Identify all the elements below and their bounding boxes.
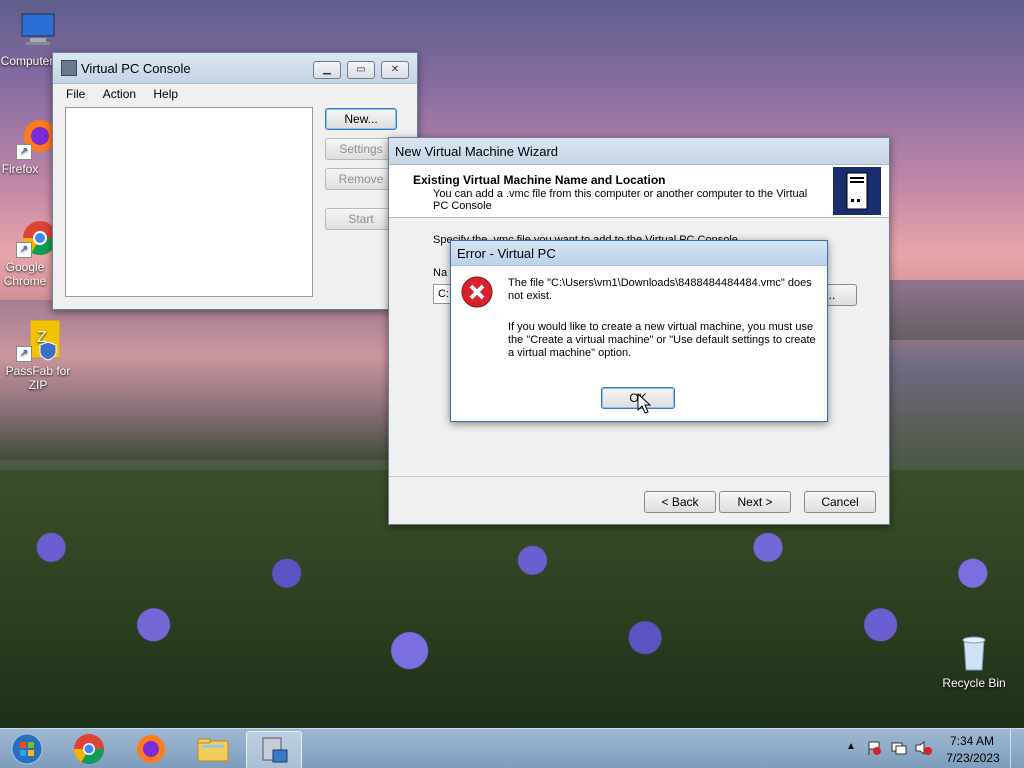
- desktop-icon-label: Firefox: [1, 162, 39, 176]
- remove-button[interactable]: Remove: [325, 168, 397, 190]
- taskbar-file-explorer[interactable]: [186, 731, 240, 767]
- computer-icon: [16, 8, 60, 52]
- start-button[interactable]: [2, 731, 56, 767]
- mouse-cursor: [636, 392, 652, 419]
- clock-date[interactable]: 7/23/2023: [944, 751, 1002, 765]
- virtual-pc-app-icon: [61, 60, 77, 76]
- action-center-flag-icon[interactable]: [866, 740, 882, 759]
- volume-muted-icon[interactable]: [914, 740, 932, 759]
- taskbar: ▲ 7:34 AM 7/23/2023: [0, 728, 1024, 768]
- cancel-button[interactable]: Cancel: [804, 491, 876, 513]
- start-button[interactable]: Start: [325, 208, 397, 230]
- taskbar-chrome[interactable]: [62, 731, 116, 767]
- shortcut-arrow-icon: ↗: [16, 144, 32, 160]
- desktop-icon-label: PassFab for ZIP: [5, 364, 71, 392]
- shortcut-arrow-icon: ↗: [16, 346, 32, 362]
- dialog-title: Error - Virtual PC: [457, 246, 556, 261]
- menu-file[interactable]: File: [59, 84, 92, 104]
- taskbar-virtual-pc[interactable]: [246, 731, 302, 768]
- desktop-icon-label: Recycle Bin: [942, 676, 1006, 690]
- new-button[interactable]: New...: [325, 108, 397, 130]
- virtual-machine-list[interactable]: [65, 107, 313, 297]
- server-icon: [833, 167, 881, 215]
- window-title: New Virtual Machine Wizard: [395, 144, 559, 159]
- wizard-heading: Existing Virtual Machine Name and Locati…: [413, 173, 666, 187]
- menu-help[interactable]: Help: [146, 84, 185, 104]
- clock-time[interactable]: 7:34 AM: [946, 734, 998, 748]
- window-title: Virtual PC Console: [81, 61, 191, 76]
- desktop-icon-recycle-bin[interactable]: Recycle Bin: [936, 630, 1012, 690]
- title-bar[interactable]: Virtual PC Console ▁ ▭ ✕: [53, 53, 417, 84]
- network-icon[interactable]: [890, 740, 908, 759]
- error-hint: If you would like to create a new virtua…: [508, 321, 816, 359]
- shortcut-arrow-icon: ↗: [16, 242, 32, 258]
- firefox-icon: [137, 735, 165, 763]
- title-bar[interactable]: Error - Virtual PC: [451, 241, 827, 266]
- start-orb-icon: [11, 733, 43, 765]
- taskbar-firefox[interactable]: [124, 731, 178, 767]
- next-button[interactable]: Next >: [719, 491, 791, 513]
- menu-bar: File Action Help: [53, 84, 417, 104]
- recycle-bin-icon: [952, 630, 996, 674]
- close-button[interactable]: ✕: [381, 61, 409, 79]
- maximize-button[interactable]: ▭: [347, 61, 375, 79]
- name-label: Na: [433, 267, 448, 279]
- error-icon: [461, 276, 493, 311]
- wizard-header: Existing Virtual Machine Name and Locati…: [389, 165, 889, 218]
- menu-action[interactable]: Action: [96, 84, 143, 104]
- file-explorer-icon: [197, 738, 229, 762]
- virtual-pc-icon: [262, 737, 288, 763]
- desktop-icon-label: Google Chrome: [3, 260, 47, 288]
- button-separator: [389, 476, 889, 477]
- passfab-zip-icon: Z ↗: [16, 318, 61, 362]
- show-hidden-icons-chevron-icon[interactable]: ▲: [846, 741, 856, 752]
- minimize-button[interactable]: ▁: [313, 61, 341, 79]
- wizard-subheading: You can add a .vmc file from this comput…: [433, 188, 808, 212]
- error-message: The file "C:\Users\vm1\Downloads\8488484…: [508, 277, 812, 302]
- desktop-icon-passfab[interactable]: Z ↗ PassFab for ZIP: [0, 318, 76, 392]
- chrome-icon: [74, 734, 104, 765]
- virtual-pc-console-window: Virtual PC Console ▁ ▭ ✕ File Action Hel…: [52, 52, 418, 310]
- back-button[interactable]: < Back: [644, 491, 716, 513]
- settings-button[interactable]: Settings: [325, 138, 397, 160]
- title-bar[interactable]: New Virtual Machine Wizard: [389, 138, 889, 165]
- show-desktop-button[interactable]: [1010, 729, 1024, 768]
